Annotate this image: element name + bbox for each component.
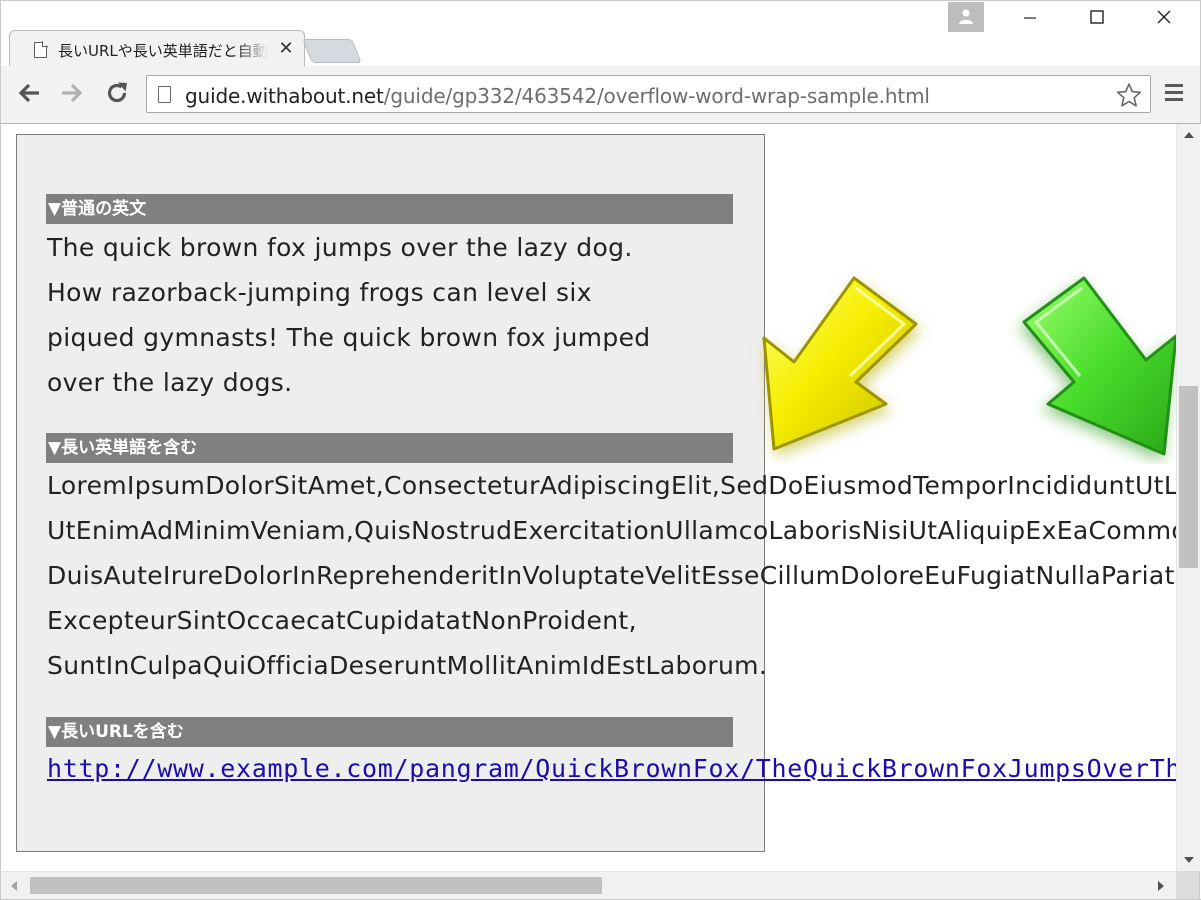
text-line: piqued gymnasts! The quick brown fox jum… (47, 323, 651, 352)
arrow-right-icon (62, 83, 83, 103)
url-host: guide.withabout.net (185, 84, 384, 108)
reload-icon (107, 82, 127, 103)
page-viewport: ▼普通の英文 The quick brown fox jumps over th… (0, 124, 1176, 871)
section-heading: ▼普通の英文 (46, 194, 733, 224)
horizontal-scroll-thumb[interactable] (30, 877, 602, 894)
back-button[interactable] (14, 78, 44, 108)
text-line: over the lazy dogs. (47, 368, 293, 397)
close-window-button[interactable] (1141, 2, 1187, 32)
scroll-up-icon[interactable] (1184, 132, 1194, 138)
horizontal-scrollbar[interactable] (0, 871, 1176, 899)
close-icon (1157, 10, 1171, 24)
window-titlebar: 長いURLや長い英単語だと自動改行されない場合の対策 ✕ (0, 0, 1201, 68)
long-url-link[interactable]: http://www.example.com/pangram/QuickBrow… (47, 746, 1176, 791)
text-line: DuisAuteIrureDolorInReprehenderitInVolup… (47, 561, 1176, 590)
address-bar[interactable]: guide.withabout.net/guide/gp332/463542/o… (146, 75, 1151, 113)
url-path: /guide/gp332/463542/overflow-word-wrap-s… (383, 84, 930, 108)
tab-title: 長いURLや長い英単語だと自動改行されない場合の対策 (58, 42, 268, 60)
text-line: SuntInCulpaQuiOfficiaDeseruntMollitAnimI… (47, 651, 768, 680)
scroll-down-icon[interactable] (1184, 857, 1194, 863)
scroll-left-icon[interactable] (11, 881, 17, 891)
browser-toolbar: guide.withabout.net/guide/gp332/463542/o… (0, 66, 1201, 124)
arrow-left-icon (18, 83, 39, 103)
section-paragraph: The quick brown fox jumps over the lazy … (47, 225, 651, 405)
tab-close-icon[interactable]: ✕ (275, 38, 297, 60)
section-paragraph: LoremIpsumDolorSitAmet,ConsecteturAdipis… (47, 463, 1176, 688)
profile-button[interactable] (948, 2, 984, 32)
yellow-arrow-icon (762, 276, 918, 451)
bookmark-star-icon[interactable] (1116, 82, 1142, 108)
minimize-icon (1024, 17, 1036, 19)
text-line: UtEnimAdMinimVeniam,QuisNostrudExercitat… (47, 516, 1176, 545)
url-text[interactable]: guide.withabout.net/guide/gp332/463542/o… (185, 84, 930, 108)
text-line: How razorback-jumping frogs can level si… (47, 278, 592, 307)
hamburger-icon (1161, 84, 1187, 101)
page-icon (158, 86, 171, 103)
maximize-icon (1090, 10, 1104, 24)
page-icon (34, 42, 47, 58)
scroll-right-icon[interactable] (1158, 881, 1164, 891)
forward-button[interactable] (57, 78, 87, 108)
text-line: The quick brown fox jumps over the lazy … (47, 233, 633, 262)
maximize-button[interactable] (1074, 2, 1120, 32)
new-tab-button[interactable] (302, 39, 362, 63)
vertical-scroll-thumb[interactable] (1179, 386, 1198, 568)
section-heading: ▼長い英単語を含む (46, 433, 733, 463)
browser-tab[interactable]: 長いURLや長い英単語だと自動改行されない場合の対策 ✕ (9, 30, 305, 68)
text-line: LoremIpsumDolorSitAmet,ConsecteturAdipis… (47, 471, 1176, 500)
menu-button[interactable] (1161, 82, 1187, 106)
person-icon (959, 9, 973, 24)
text-line: ExcepteurSintOccaecatCupidatatNonProiden… (47, 606, 637, 635)
reload-button[interactable] (102, 78, 132, 108)
scrollbar-corner (1176, 871, 1200, 899)
section-heading: ▼長いURLを含む (46, 717, 733, 747)
green-arrow-icon (1022, 276, 1176, 456)
minimize-button[interactable] (1007, 2, 1053, 32)
vertical-scrollbar[interactable] (1176, 124, 1200, 871)
